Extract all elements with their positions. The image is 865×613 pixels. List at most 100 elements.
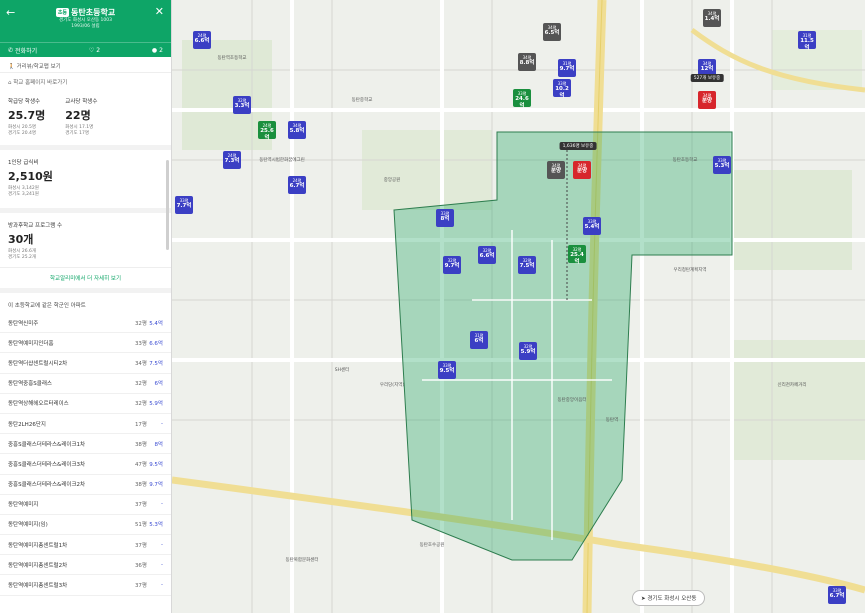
pin-price: 9.5억	[439, 368, 455, 374]
map-price-pin[interactable]: 32평 3.3억	[233, 96, 251, 114]
map-place-label: 동탄역시범한화꿈에그린	[259, 158, 305, 163]
apartment-size: 17평	[134, 421, 147, 428]
like-button[interactable]: ♡ 2	[89, 47, 100, 54]
school-title: 초등 동탄초등학교	[6, 7, 165, 18]
map-price-pin[interactable]: 33평 10.2억	[553, 79, 571, 99]
map-price-pin[interactable]: 33평 9.5억	[438, 361, 456, 379]
location-arrow-icon: ➤	[641, 596, 646, 602]
pin-price: 5.8억	[289, 128, 305, 134]
pin-price: 8억	[440, 216, 450, 222]
apartment-name: 동탄역상해헤오르터레이스	[8, 401, 69, 408]
apartment-row[interactable]: 동탄역예미지 37평 -	[0, 495, 171, 515]
heart-count: 2	[96, 46, 101, 54]
map-price-pin[interactable]: 32평 7.5억	[518, 256, 536, 274]
apartment-row[interactable]: 동탄2LH26단지 17평 -	[0, 414, 171, 435]
map-price-pin[interactable]: 33평 24.6억	[513, 89, 531, 109]
apartment-price: 5.4억	[149, 320, 163, 327]
pin-price: 5.4억	[584, 224, 600, 230]
distance-view-label: 거리뷰/학교맵 보기	[16, 64, 61, 70]
apartment-row[interactable]: 동탄역예미지총센트럴1차 37평 -	[0, 535, 171, 556]
pin-price: 9.7억	[444, 263, 460, 269]
map-price-pin[interactable]: 24평 6.6억	[193, 31, 211, 49]
walk-icon: 🚶	[8, 64, 15, 70]
apartment-size: 38평	[134, 441, 147, 448]
apartment-name: 중흥S클래스더테라스&레이크3차	[8, 461, 86, 468]
apartment-row[interactable]: 동탄역예미지인더홈 33평 6.6억	[0, 333, 171, 354]
panel-scrollbar[interactable]	[166, 160, 169, 250]
call-button[interactable]: ✆ 전화하기	[8, 46, 37, 55]
apartment-name: 동탄역예미지총센트럴2차	[8, 562, 68, 569]
homepage-label: 학교 홈페이지 바로가기	[13, 80, 68, 86]
apartment-price: -	[161, 420, 163, 427]
stat-label: 학급당 학생수	[8, 99, 41, 105]
apartment-row[interactable]: 동탄역더샵센트럴시티2차 34평 7.5억	[0, 353, 171, 374]
map-place-label: 동탄초등학교	[672, 158, 698, 163]
pin-price: 12억	[700, 66, 714, 72]
map-price-pin[interactable]: 33평 7.7억	[175, 196, 193, 214]
pin-price: 5.3억	[714, 163, 730, 169]
apartment-row[interactable]: 중흥S클래스더테라스&레이크3차 47평 9.5억	[0, 454, 171, 475]
apartment-name: 동탄역예미지	[8, 502, 39, 509]
comment-icon: ●	[151, 46, 158, 54]
map-price-pin[interactable]: 24평 7.3억	[223, 151, 241, 169]
map-price-pin[interactable]: 33평 5.3억	[713, 156, 731, 174]
comment-button[interactable]: ● 2	[152, 47, 163, 54]
map-view[interactable]: 동탄역초등학교 동탄중학교 동탄역시범한화꿈에그린 동탄초등학교 우리청탄계획지역 우리당…	[172, 0, 865, 613]
apartment-size: 32평	[134, 381, 147, 388]
map-place-label: 신리천카페거리	[777, 383, 807, 388]
panel-header: ← ✕ 초등 동탄초등학교 경기도 화성시 오산동 1003 1993/06 설립	[0, 0, 171, 42]
apartment-row[interactable]: 동탄역신미주 32평 5.4억	[0, 313, 171, 334]
map-price-pin[interactable]: 32평 25.4억	[568, 245, 586, 265]
map-price-pin[interactable]: 32평 5.9억	[519, 342, 537, 360]
map-price-pin[interactable]: 33평 5.4억	[583, 217, 601, 235]
pin-price: 6.6억	[479, 253, 495, 259]
map-price-pin[interactable]: 32평 6.6억	[478, 246, 496, 264]
apartment-name: 동탄역예미지총센트럴1차	[8, 542, 68, 549]
map-price-pin[interactable]: 31평 11.5억	[798, 31, 816, 51]
school-info-more-link[interactable]: 학교알리미에서 더 자세히 보기	[0, 267, 171, 288]
apartment-size: 37평	[134, 502, 147, 509]
pin-price: 10.2억	[555, 86, 569, 99]
map-price-pin[interactable]: 34평 6.5억	[543, 23, 561, 41]
apartment-row[interactable]: 동탄역예미지총센트럴3차 37평 -	[0, 575, 171, 596]
pin-price: 7.3억	[224, 158, 240, 164]
apartment-price: 6.6억	[149, 340, 163, 347]
distance-view-link[interactable]: 🚶 거리뷰/학교맵 보기	[0, 57, 171, 73]
apartment-row[interactable]: 중흥S클래스더테라스&레이크1차 38평 8억	[0, 434, 171, 455]
find-location-button[interactable]: ➤ 경기도 화성시 오산동	[632, 590, 706, 606]
apartment-row[interactable]: 중흥S클래스더테라스&레이크2차 38평 9.7억	[0, 475, 171, 495]
apartment-size: 33평	[134, 340, 147, 347]
close-icon[interactable]: ✕	[155, 5, 164, 18]
comment-count: 2	[159, 46, 163, 54]
map-price-pin[interactable]: 34평 분양	[547, 161, 565, 179]
homepage-link[interactable]: ⌂ 학교 홈페이지 바로가기	[0, 73, 171, 89]
apartment-name: 중흥S클래스더테라스&레이크2차	[8, 482, 86, 489]
map-price-pin[interactable]: 24평 25.6억	[258, 121, 276, 141]
pin-price: 6.7억	[289, 183, 305, 189]
map-price-pin[interactable]: 34평 분양	[698, 91, 716, 109]
apartment-size: 38평	[134, 482, 147, 489]
apartment-price: 5.3억	[149, 522, 163, 529]
map-price-pin[interactable]: 34평 분양	[573, 161, 591, 179]
map-price-pin[interactable]: 31평 9.7억	[558, 59, 576, 77]
apartment-row[interactable]: 동탄역예미지(임) 51평 5.3억	[0, 515, 171, 536]
map-price-pin[interactable]: 34평 5.8억	[288, 121, 306, 139]
map-price-pin[interactable]: 33평 6.7억	[828, 586, 846, 604]
apartment-size: 34평	[134, 360, 147, 367]
apartment-size: 32평	[134, 320, 147, 327]
map-price-pin[interactable]: 34평 1.4억	[703, 9, 721, 27]
map-price-pin[interactable]: 24평 6.7억	[288, 176, 306, 194]
panel-actions: ✆ 전화하기 ♡ 2 ● 2	[0, 42, 171, 57]
map-price-pin[interactable]: 31평 6억	[470, 331, 488, 349]
school-type-badge: 초등	[55, 8, 70, 17]
map-place-label: 우리청탄계획지역	[673, 268, 707, 273]
apartment-row[interactable]: 동탄역상해헤오르터레이스 32평 5.9억	[0, 394, 171, 414]
apartment-row[interactable]: 동탄역중흥S클래스 32평 6억	[0, 374, 171, 394]
apartment-row[interactable]: 동탄역예미지총센트럴2차 36평 -	[0, 555, 171, 576]
map-price-pin[interactable]: 32평 9.7억	[443, 256, 461, 274]
map-price-pin[interactable]: 33평 8억	[436, 209, 454, 227]
apartment-name: 동탄역중흥S클래스	[8, 381, 52, 388]
map-price-pin[interactable]: 34평 8.8억	[518, 53, 536, 71]
apartment-size: 37평	[134, 583, 147, 590]
apartment-price: -	[161, 582, 163, 589]
